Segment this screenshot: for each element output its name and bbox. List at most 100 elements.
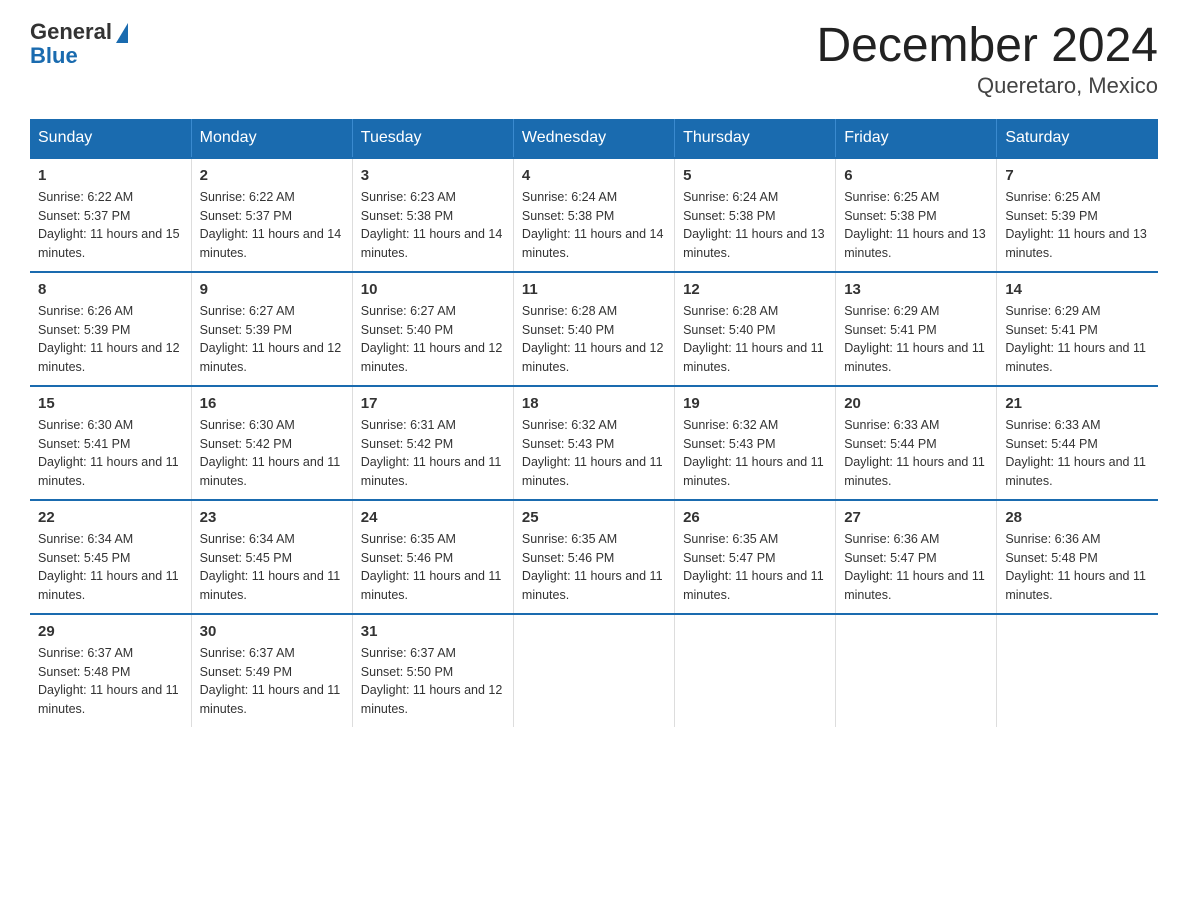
day-info: Sunrise: 6:35 AM Sunset: 5:46 PM Dayligh…	[361, 530, 505, 605]
header-wednesday: Wednesday	[513, 119, 674, 158]
day-number: 1	[38, 167, 183, 184]
logo-triangle-icon	[116, 23, 128, 43]
table-row: 10 Sunrise: 6:27 AM Sunset: 5:40 PM Dayl…	[352, 272, 513, 386]
logo: General Blue	[30, 20, 128, 68]
day-info: Sunrise: 6:27 AM Sunset: 5:40 PM Dayligh…	[361, 302, 505, 377]
calendar-week-row: 15 Sunrise: 6:30 AM Sunset: 5:41 PM Dayl…	[30, 386, 1158, 500]
day-number: 31	[361, 623, 505, 640]
table-row: 23 Sunrise: 6:34 AM Sunset: 5:45 PM Dayl…	[191, 500, 352, 614]
day-number: 22	[38, 509, 183, 526]
day-info: Sunrise: 6:22 AM Sunset: 5:37 PM Dayligh…	[38, 188, 183, 263]
day-number: 24	[361, 509, 505, 526]
table-row: 1 Sunrise: 6:22 AM Sunset: 5:37 PM Dayli…	[30, 158, 191, 272]
day-info: Sunrise: 6:33 AM Sunset: 5:44 PM Dayligh…	[1005, 416, 1150, 491]
table-row: 2 Sunrise: 6:22 AM Sunset: 5:37 PM Dayli…	[191, 158, 352, 272]
table-row: 5 Sunrise: 6:24 AM Sunset: 5:38 PM Dayli…	[675, 158, 836, 272]
calendar-subtitle: Queretaro, Mexico	[816, 73, 1158, 99]
day-number: 21	[1005, 395, 1150, 412]
day-info: Sunrise: 6:32 AM Sunset: 5:43 PM Dayligh…	[522, 416, 666, 491]
table-row: 11 Sunrise: 6:28 AM Sunset: 5:40 PM Dayl…	[513, 272, 674, 386]
table-row: 28 Sunrise: 6:36 AM Sunset: 5:48 PM Dayl…	[997, 500, 1158, 614]
header-monday: Monday	[191, 119, 352, 158]
table-row: 3 Sunrise: 6:23 AM Sunset: 5:38 PM Dayli…	[352, 158, 513, 272]
day-info: Sunrise: 6:34 AM Sunset: 5:45 PM Dayligh…	[38, 530, 183, 605]
day-number: 14	[1005, 281, 1150, 298]
table-row: 31 Sunrise: 6:37 AM Sunset: 5:50 PM Dayl…	[352, 614, 513, 727]
table-row: 15 Sunrise: 6:30 AM Sunset: 5:41 PM Dayl…	[30, 386, 191, 500]
day-number: 3	[361, 167, 505, 184]
day-info: Sunrise: 6:34 AM Sunset: 5:45 PM Dayligh…	[200, 530, 344, 605]
table-row: 21 Sunrise: 6:33 AM Sunset: 5:44 PM Dayl…	[997, 386, 1158, 500]
day-number: 9	[200, 281, 344, 298]
calendar-week-row: 8 Sunrise: 6:26 AM Sunset: 5:39 PM Dayli…	[30, 272, 1158, 386]
day-number: 8	[38, 281, 183, 298]
table-row: 30 Sunrise: 6:37 AM Sunset: 5:49 PM Dayl…	[191, 614, 352, 727]
day-number: 10	[361, 281, 505, 298]
day-number: 11	[522, 281, 666, 298]
day-info: Sunrise: 6:27 AM Sunset: 5:39 PM Dayligh…	[200, 302, 344, 377]
day-info: Sunrise: 6:37 AM Sunset: 5:50 PM Dayligh…	[361, 644, 505, 719]
day-number: 7	[1005, 167, 1150, 184]
day-info: Sunrise: 6:37 AM Sunset: 5:49 PM Dayligh…	[200, 644, 344, 719]
table-row	[513, 614, 674, 727]
calendar-week-row: 29 Sunrise: 6:37 AM Sunset: 5:48 PM Dayl…	[30, 614, 1158, 727]
header-thursday: Thursday	[675, 119, 836, 158]
table-row: 14 Sunrise: 6:29 AM Sunset: 5:41 PM Dayl…	[997, 272, 1158, 386]
calendar-week-row: 1 Sunrise: 6:22 AM Sunset: 5:37 PM Dayli…	[30, 158, 1158, 272]
header-sunday: Sunday	[30, 119, 191, 158]
day-info: Sunrise: 6:35 AM Sunset: 5:46 PM Dayligh…	[522, 530, 666, 605]
table-row: 9 Sunrise: 6:27 AM Sunset: 5:39 PM Dayli…	[191, 272, 352, 386]
day-info: Sunrise: 6:31 AM Sunset: 5:42 PM Dayligh…	[361, 416, 505, 491]
day-info: Sunrise: 6:22 AM Sunset: 5:37 PM Dayligh…	[200, 188, 344, 263]
page-header: General Blue December 2024 Queretaro, Me…	[30, 20, 1158, 99]
table-row: 8 Sunrise: 6:26 AM Sunset: 5:39 PM Dayli…	[30, 272, 191, 386]
day-number: 30	[200, 623, 344, 640]
day-number: 28	[1005, 509, 1150, 526]
weekday-header-row: Sunday Monday Tuesday Wednesday Thursday…	[30, 119, 1158, 158]
day-info: Sunrise: 6:36 AM Sunset: 5:48 PM Dayligh…	[1005, 530, 1150, 605]
table-row	[675, 614, 836, 727]
day-number: 5	[683, 167, 827, 184]
table-row: 29 Sunrise: 6:37 AM Sunset: 5:48 PM Dayl…	[30, 614, 191, 727]
table-row: 7 Sunrise: 6:25 AM Sunset: 5:39 PM Dayli…	[997, 158, 1158, 272]
table-row: 24 Sunrise: 6:35 AM Sunset: 5:46 PM Dayl…	[352, 500, 513, 614]
day-number: 16	[200, 395, 344, 412]
day-info: Sunrise: 6:30 AM Sunset: 5:41 PM Dayligh…	[38, 416, 183, 491]
day-info: Sunrise: 6:24 AM Sunset: 5:38 PM Dayligh…	[522, 188, 666, 263]
day-info: Sunrise: 6:32 AM Sunset: 5:43 PM Dayligh…	[683, 416, 827, 491]
table-row: 25 Sunrise: 6:35 AM Sunset: 5:46 PM Dayl…	[513, 500, 674, 614]
table-row: 16 Sunrise: 6:30 AM Sunset: 5:42 PM Dayl…	[191, 386, 352, 500]
day-number: 6	[844, 167, 988, 184]
day-info: Sunrise: 6:30 AM Sunset: 5:42 PM Dayligh…	[200, 416, 344, 491]
day-info: Sunrise: 6:37 AM Sunset: 5:48 PM Dayligh…	[38, 644, 183, 719]
day-info: Sunrise: 6:33 AM Sunset: 5:44 PM Dayligh…	[844, 416, 988, 491]
header-tuesday: Tuesday	[352, 119, 513, 158]
table-row: 17 Sunrise: 6:31 AM Sunset: 5:42 PM Dayl…	[352, 386, 513, 500]
day-info: Sunrise: 6:35 AM Sunset: 5:47 PM Dayligh…	[683, 530, 827, 605]
title-section: December 2024 Queretaro, Mexico	[816, 20, 1158, 99]
calendar-table: Sunday Monday Tuesday Wednesday Thursday…	[30, 119, 1158, 727]
day-number: 20	[844, 395, 988, 412]
calendar-week-row: 22 Sunrise: 6:34 AM Sunset: 5:45 PM Dayl…	[30, 500, 1158, 614]
day-number: 2	[200, 167, 344, 184]
day-info: Sunrise: 6:29 AM Sunset: 5:41 PM Dayligh…	[844, 302, 988, 377]
day-info: Sunrise: 6:28 AM Sunset: 5:40 PM Dayligh…	[683, 302, 827, 377]
day-info: Sunrise: 6:24 AM Sunset: 5:38 PM Dayligh…	[683, 188, 827, 263]
logo-text: General Blue	[30, 20, 128, 68]
day-number: 27	[844, 509, 988, 526]
day-number: 18	[522, 395, 666, 412]
day-number: 17	[361, 395, 505, 412]
table-row: 26 Sunrise: 6:35 AM Sunset: 5:47 PM Dayl…	[675, 500, 836, 614]
day-info: Sunrise: 6:29 AM Sunset: 5:41 PM Dayligh…	[1005, 302, 1150, 377]
table-row: 13 Sunrise: 6:29 AM Sunset: 5:41 PM Dayl…	[836, 272, 997, 386]
day-number: 25	[522, 509, 666, 526]
day-number: 29	[38, 623, 183, 640]
day-info: Sunrise: 6:28 AM Sunset: 5:40 PM Dayligh…	[522, 302, 666, 377]
day-number: 15	[38, 395, 183, 412]
day-number: 26	[683, 509, 827, 526]
table-row	[836, 614, 997, 727]
table-row: 22 Sunrise: 6:34 AM Sunset: 5:45 PM Dayl…	[30, 500, 191, 614]
table-row: 18 Sunrise: 6:32 AM Sunset: 5:43 PM Dayl…	[513, 386, 674, 500]
table-row: 19 Sunrise: 6:32 AM Sunset: 5:43 PM Dayl…	[675, 386, 836, 500]
day-info: Sunrise: 6:25 AM Sunset: 5:38 PM Dayligh…	[844, 188, 988, 263]
